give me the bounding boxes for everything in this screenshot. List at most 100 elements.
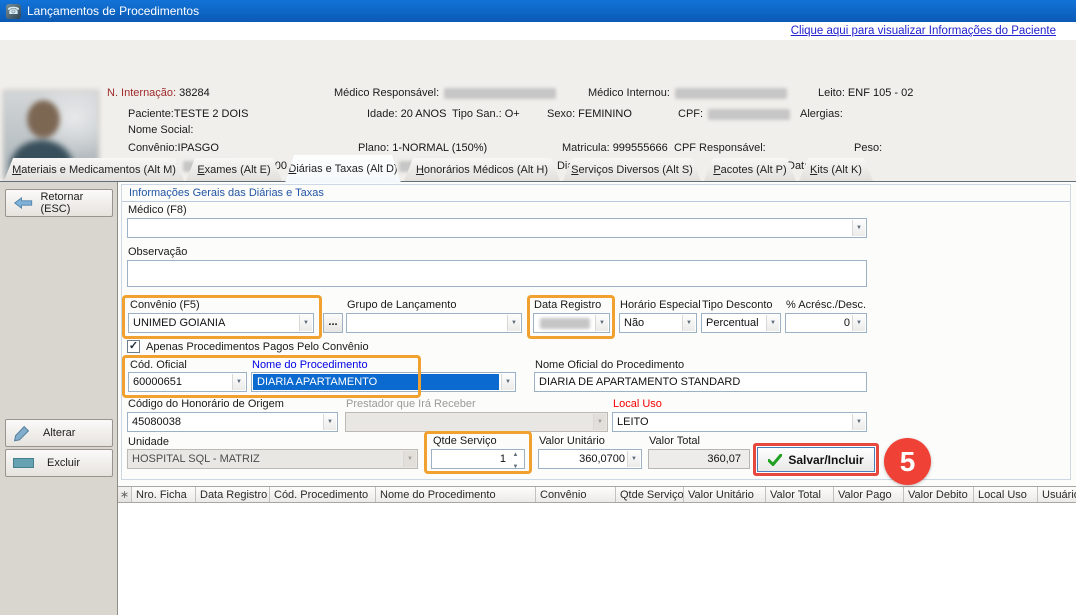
chevron-down-icon[interactable] xyxy=(627,451,640,467)
grid-col-convenio[interactable]: Convênio xyxy=(536,487,616,502)
salvar-incluir-button[interactable]: Salvar/Incluir xyxy=(757,447,875,472)
chevron-down-icon[interactable] xyxy=(682,315,695,331)
procedimentos-grid-header: ∗ Nro. Ficha Data Registro Cód. Procedim… xyxy=(118,486,1076,503)
tipo-san-value: O+ xyxy=(505,108,520,120)
chevron-down-icon[interactable] xyxy=(852,414,865,430)
grid-col-cod-procedimento[interactable]: Cód. Procedimento xyxy=(270,487,376,502)
chevron-down-icon[interactable] xyxy=(595,315,608,331)
nome-social-label: Nome Social: xyxy=(128,124,193,136)
valor-unitario-label: Valor Unitário xyxy=(539,435,605,447)
field-plano: Plano: 1-NORMAL (150%) xyxy=(358,142,487,154)
tab-kits[interactable]: Kits (Alt K) xyxy=(799,158,873,181)
field-paciente: Paciente: TESTE 2 DOIS xyxy=(128,108,248,120)
grid-col-nome-procedimento[interactable]: Nome do Procedimento xyxy=(376,487,536,502)
horario-especial-select[interactable]: Não xyxy=(619,313,697,333)
idade-value: 20 ANOS xyxy=(401,108,447,120)
tab-label: Pacotes (Alt P) xyxy=(713,164,786,176)
grid-col-local-uso[interactable]: Local Uso xyxy=(974,487,1038,502)
alergias-label: Alergias: xyxy=(800,108,843,120)
chevron-down-icon[interactable] xyxy=(852,315,865,331)
cod-honorario-select[interactable]: 45080038 xyxy=(127,412,338,432)
tab-label-rest: onorários Médicos (Alt H) xyxy=(424,164,548,176)
spinner-up-down-icons[interactable] xyxy=(509,451,522,467)
leito-label: Leito: xyxy=(818,87,845,99)
nome-oficial-input[interactable]: DIARIA DE APARTAMENTO STANDARD xyxy=(534,372,867,392)
qtde-servico-label: Qtde Serviço xyxy=(433,435,497,447)
observacao-input[interactable] xyxy=(127,260,867,287)
cod-oficial-select[interactable]: 60000651 xyxy=(128,372,247,392)
app-icon: ☎ xyxy=(6,4,21,19)
chevron-down-icon[interactable] xyxy=(766,315,779,331)
patient-info-link[interactable]: Clique aqui para visualizar Informações … xyxy=(791,25,1056,37)
apenas-pagos-checkbox[interactable]: ✓ xyxy=(127,340,140,353)
valor-total-value: 360,07 xyxy=(707,453,741,465)
chevron-down-icon[interactable] xyxy=(501,374,514,390)
grid-col-valor-debito[interactable]: Valor Debito xyxy=(904,487,974,502)
tab-label-rest: xames (Alt E) xyxy=(205,164,271,176)
field-matricula: Matricula: 999555666 xyxy=(562,142,668,154)
convenio-select[interactable]: UNIMED GOIANIA xyxy=(128,313,314,333)
plano-value: 1-NORMAL (150%) xyxy=(392,142,487,154)
field-sexo: Sexo: FEMININO xyxy=(547,108,632,120)
nome-oficial-label: Nome Oficial do Procedimento xyxy=(535,359,684,371)
medico-select[interactable] xyxy=(127,218,867,238)
convenio-label: Convênio (F5) xyxy=(130,299,200,311)
grid-col-qtde-servico[interactable]: Qtde Serviço xyxy=(616,487,684,502)
chevron-down-icon[interactable] xyxy=(299,315,312,331)
nome-procedimento-value: DIARIA APARTAMENTO xyxy=(253,374,499,390)
excluir-label: Excluir xyxy=(47,457,80,469)
excluir-button[interactable]: Excluir xyxy=(5,449,113,477)
pencil-icon xyxy=(13,425,30,442)
grid-col-valor-pago[interactable]: Valor Pago xyxy=(834,487,904,502)
convenio-header-label: Convênio: xyxy=(128,142,178,154)
acresc-desc-value: 0 xyxy=(844,317,850,329)
acresc-desc-select[interactable]: 0 xyxy=(785,313,867,333)
medico-label: Médico (F8) xyxy=(128,204,187,216)
horario-especial-value: Não xyxy=(624,317,644,329)
paciente-value: TESTE 2 DOIS xyxy=(174,108,249,120)
grid-col-nro-ficha[interactable]: Nro. Ficha xyxy=(132,487,196,502)
procedimentos-grid-body[interactable] xyxy=(118,503,1076,615)
local-uso-select[interactable]: LEITO xyxy=(612,412,867,432)
valor-unitario-select[interactable]: 360,0700 xyxy=(538,449,642,469)
chevron-down-icon[interactable] xyxy=(507,315,520,331)
grupo-lancamento-select[interactable] xyxy=(346,313,522,333)
convenio-browse-button[interactable]: ... xyxy=(323,313,343,333)
cod-oficial-value: 60000651 xyxy=(133,376,182,388)
tab-label: Honorários Médicos (Alt H) xyxy=(416,164,548,176)
tab-diarias-taxas[interactable]: Diárias e Taxas (Alt D) xyxy=(285,155,401,183)
nome-procedimento-select[interactable]: DIARIA APARTAMENTO xyxy=(251,372,516,392)
groupbox-title: Informações Gerais das Diárias e Taxas xyxy=(129,187,324,199)
tab-servicos-diversos[interactable]: Serviços Diversos (Alt S) xyxy=(563,158,701,181)
redacted-value xyxy=(675,88,787,99)
grid-col-data-registro[interactable]: Data Registro xyxy=(196,487,270,502)
n-internacao-value: 38284 xyxy=(179,87,210,99)
field-idade: Idade: 20 ANOS xyxy=(367,108,446,120)
data-registro-select[interactable] xyxy=(533,313,610,333)
chevron-down-icon[interactable] xyxy=(323,414,336,430)
tab-materiais-medicamentos[interactable]: Materiais e Medicamentos (Alt M) xyxy=(4,158,184,181)
grid-corner-indicator[interactable]: ∗ xyxy=(118,487,132,502)
title-bar[interactable]: ☎ Lançamentos de Procedimentos xyxy=(0,0,1076,22)
chevron-down-icon[interactable] xyxy=(232,374,245,390)
observacao-label: Observação xyxy=(128,246,187,258)
tab-pacotes[interactable]: Pacotes (Alt P) xyxy=(704,158,796,181)
alterar-button[interactable]: Alterar xyxy=(5,419,113,447)
grid-col-valor-total[interactable]: Valor Total xyxy=(766,487,834,502)
matricula-value: 999555666 xyxy=(613,142,668,154)
grid-col-valor-unitario[interactable]: Valor Unitário xyxy=(684,487,766,502)
horario-especial-label: Horário Especial xyxy=(620,299,701,311)
leito-value: ENF 105 - 02 xyxy=(848,87,913,99)
grid-col-usuario[interactable]: Usuário xyxy=(1038,487,1076,502)
tab-hotkey: S xyxy=(571,164,578,176)
chevron-down-icon[interactable] xyxy=(852,220,865,236)
cod-honorario-label: Código do Honorário de Origem xyxy=(128,398,284,410)
qtde-servico-spinner[interactable]: 1 xyxy=(431,449,525,469)
tab-honorarios-medicos[interactable]: Honorários Médicos (Alt H) xyxy=(404,158,560,181)
apenas-pagos-label[interactable]: Apenas Procedimentos Pagos Pelo Convênio xyxy=(146,341,369,353)
tab-exames[interactable]: Exames (Alt E) xyxy=(186,158,282,181)
prestador-select xyxy=(345,412,608,432)
field-medico-responsavel: Médico Responsável: xyxy=(334,87,558,99)
tipo-desconto-select[interactable]: Percentual xyxy=(701,313,781,333)
retornar-button[interactable]: Retornar (ESC) xyxy=(5,189,113,217)
